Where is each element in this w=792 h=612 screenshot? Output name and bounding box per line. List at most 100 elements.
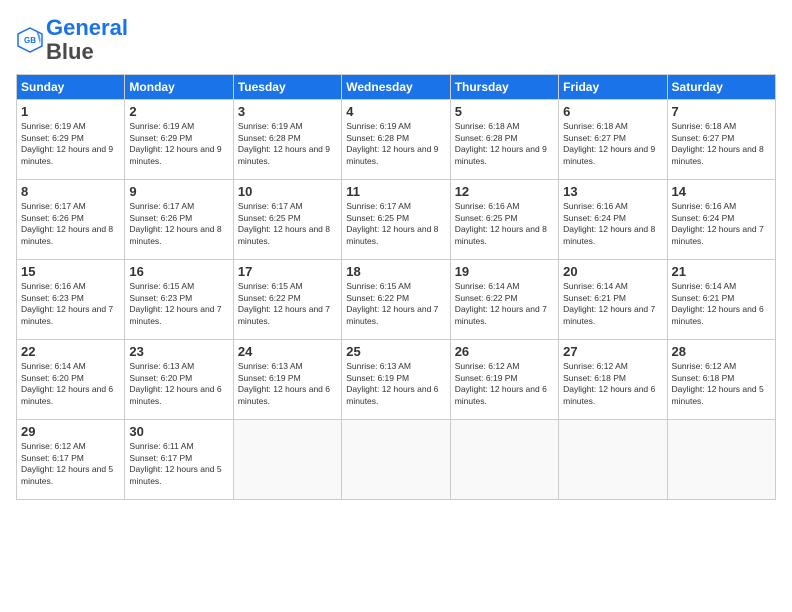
- weekday-header-saturday: Saturday: [667, 75, 775, 100]
- week-row-3: 15 Sunrise: 6:16 AM Sunset: 6:23 PM Dayl…: [17, 260, 776, 340]
- day-info: Sunrise: 6:15 AM Sunset: 6:22 PM Dayligh…: [238, 281, 337, 327]
- day-number: 8: [21, 184, 120, 199]
- day-info: Sunrise: 6:13 AM Sunset: 6:19 PM Dayligh…: [346, 361, 445, 407]
- day-info: Sunrise: 6:19 AM Sunset: 6:28 PM Dayligh…: [238, 121, 337, 167]
- day-info: Sunrise: 6:12 AM Sunset: 6:18 PM Dayligh…: [672, 361, 771, 407]
- day-cell: [233, 420, 341, 500]
- day-info: Sunrise: 6:18 AM Sunset: 6:28 PM Dayligh…: [455, 121, 554, 167]
- week-row-2: 8 Sunrise: 6:17 AM Sunset: 6:26 PM Dayli…: [17, 180, 776, 260]
- day-number: 3: [238, 104, 337, 119]
- week-row-5: 29 Sunrise: 6:12 AM Sunset: 6:17 PM Dayl…: [17, 420, 776, 500]
- day-info: Sunrise: 6:14 AM Sunset: 6:21 PM Dayligh…: [563, 281, 662, 327]
- day-cell: 12 Sunrise: 6:16 AM Sunset: 6:25 PM Dayl…: [450, 180, 558, 260]
- day-number: 14: [672, 184, 771, 199]
- weekday-header-thursday: Thursday: [450, 75, 558, 100]
- day-number: 21: [672, 264, 771, 279]
- day-cell: 3 Sunrise: 6:19 AM Sunset: 6:28 PM Dayli…: [233, 100, 341, 180]
- weekday-header-wednesday: Wednesday: [342, 75, 450, 100]
- day-info: Sunrise: 6:17 AM Sunset: 6:26 PM Dayligh…: [129, 201, 228, 247]
- day-cell: 26 Sunrise: 6:12 AM Sunset: 6:19 PM Dayl…: [450, 340, 558, 420]
- day-info: Sunrise: 6:14 AM Sunset: 6:21 PM Dayligh…: [672, 281, 771, 327]
- day-number: 16: [129, 264, 228, 279]
- day-cell: 17 Sunrise: 6:15 AM Sunset: 6:22 PM Dayl…: [233, 260, 341, 340]
- day-info: Sunrise: 6:19 AM Sunset: 6:29 PM Dayligh…: [21, 121, 120, 167]
- day-cell: 25 Sunrise: 6:13 AM Sunset: 6:19 PM Dayl…: [342, 340, 450, 420]
- day-cell: 9 Sunrise: 6:17 AM Sunset: 6:26 PM Dayli…: [125, 180, 233, 260]
- day-number: 12: [455, 184, 554, 199]
- week-row-1: 1 Sunrise: 6:19 AM Sunset: 6:29 PM Dayli…: [17, 100, 776, 180]
- day-number: 15: [21, 264, 120, 279]
- day-cell: 15 Sunrise: 6:16 AM Sunset: 6:23 PM Dayl…: [17, 260, 125, 340]
- day-cell: 14 Sunrise: 6:16 AM Sunset: 6:24 PM Dayl…: [667, 180, 775, 260]
- day-number: 26: [455, 344, 554, 359]
- day-info: Sunrise: 6:16 AM Sunset: 6:23 PM Dayligh…: [21, 281, 120, 327]
- day-info: Sunrise: 6:13 AM Sunset: 6:19 PM Dayligh…: [238, 361, 337, 407]
- day-info: Sunrise: 6:18 AM Sunset: 6:27 PM Dayligh…: [672, 121, 771, 167]
- day-cell: 5 Sunrise: 6:18 AM Sunset: 6:28 PM Dayli…: [450, 100, 558, 180]
- logo: GB GeneralBlue: [16, 16, 128, 64]
- day-cell: [342, 420, 450, 500]
- day-cell: [667, 420, 775, 500]
- day-cell: 29 Sunrise: 6:12 AM Sunset: 6:17 PM Dayl…: [17, 420, 125, 500]
- day-cell: 13 Sunrise: 6:16 AM Sunset: 6:24 PM Dayl…: [559, 180, 667, 260]
- day-cell: 30 Sunrise: 6:11 AM Sunset: 6:17 PM Dayl…: [125, 420, 233, 500]
- day-cell: 21 Sunrise: 6:14 AM Sunset: 6:21 PM Dayl…: [667, 260, 775, 340]
- day-cell: [450, 420, 558, 500]
- day-number: 1: [21, 104, 120, 119]
- day-number: 19: [455, 264, 554, 279]
- day-cell: 10 Sunrise: 6:17 AM Sunset: 6:25 PM Dayl…: [233, 180, 341, 260]
- day-cell: 7 Sunrise: 6:18 AM Sunset: 6:27 PM Dayli…: [667, 100, 775, 180]
- day-number: 20: [563, 264, 662, 279]
- day-info: Sunrise: 6:17 AM Sunset: 6:25 PM Dayligh…: [238, 201, 337, 247]
- week-row-4: 22 Sunrise: 6:14 AM Sunset: 6:20 PM Dayl…: [17, 340, 776, 420]
- day-cell: 24 Sunrise: 6:13 AM Sunset: 6:19 PM Dayl…: [233, 340, 341, 420]
- calendar: SundayMondayTuesdayWednesdayThursdayFrid…: [16, 74, 776, 500]
- day-info: Sunrise: 6:16 AM Sunset: 6:24 PM Dayligh…: [563, 201, 662, 247]
- day-cell: 8 Sunrise: 6:17 AM Sunset: 6:26 PM Dayli…: [17, 180, 125, 260]
- day-number: 22: [21, 344, 120, 359]
- day-cell: 1 Sunrise: 6:19 AM Sunset: 6:29 PM Dayli…: [17, 100, 125, 180]
- weekday-header-friday: Friday: [559, 75, 667, 100]
- day-cell: 4 Sunrise: 6:19 AM Sunset: 6:28 PM Dayli…: [342, 100, 450, 180]
- day-cell: 16 Sunrise: 6:15 AM Sunset: 6:23 PM Dayl…: [125, 260, 233, 340]
- header: GB GeneralBlue: [16, 16, 776, 64]
- day-number: 30: [129, 424, 228, 439]
- weekday-header-row: SundayMondayTuesdayWednesdayThursdayFrid…: [17, 75, 776, 100]
- day-cell: 2 Sunrise: 6:19 AM Sunset: 6:29 PM Dayli…: [125, 100, 233, 180]
- day-number: 28: [672, 344, 771, 359]
- day-number: 6: [563, 104, 662, 119]
- day-info: Sunrise: 6:16 AM Sunset: 6:25 PM Dayligh…: [455, 201, 554, 247]
- weekday-header-sunday: Sunday: [17, 75, 125, 100]
- day-info: Sunrise: 6:19 AM Sunset: 6:29 PM Dayligh…: [129, 121, 228, 167]
- day-info: Sunrise: 6:15 AM Sunset: 6:23 PM Dayligh…: [129, 281, 228, 327]
- logo-text: GeneralBlue: [46, 16, 128, 64]
- day-info: Sunrise: 6:14 AM Sunset: 6:22 PM Dayligh…: [455, 281, 554, 327]
- day-cell: 23 Sunrise: 6:13 AM Sunset: 6:20 PM Dayl…: [125, 340, 233, 420]
- day-cell: 11 Sunrise: 6:17 AM Sunset: 6:25 PM Dayl…: [342, 180, 450, 260]
- day-cell: 22 Sunrise: 6:14 AM Sunset: 6:20 PM Dayl…: [17, 340, 125, 420]
- day-cell: 27 Sunrise: 6:12 AM Sunset: 6:18 PM Dayl…: [559, 340, 667, 420]
- day-number: 25: [346, 344, 445, 359]
- day-info: Sunrise: 6:18 AM Sunset: 6:27 PM Dayligh…: [563, 121, 662, 167]
- day-number: 2: [129, 104, 228, 119]
- day-number: 9: [129, 184, 228, 199]
- day-info: Sunrise: 6:12 AM Sunset: 6:19 PM Dayligh…: [455, 361, 554, 407]
- day-number: 27: [563, 344, 662, 359]
- day-number: 7: [672, 104, 771, 119]
- weekday-header-monday: Monday: [125, 75, 233, 100]
- day-number: 13: [563, 184, 662, 199]
- day-number: 23: [129, 344, 228, 359]
- logo-icon: GB: [16, 26, 44, 54]
- day-info: Sunrise: 6:12 AM Sunset: 6:17 PM Dayligh…: [21, 441, 120, 487]
- day-info: Sunrise: 6:19 AM Sunset: 6:28 PM Dayligh…: [346, 121, 445, 167]
- day-number: 5: [455, 104, 554, 119]
- day-info: Sunrise: 6:12 AM Sunset: 6:18 PM Dayligh…: [563, 361, 662, 407]
- day-info: Sunrise: 6:13 AM Sunset: 6:20 PM Dayligh…: [129, 361, 228, 407]
- day-number: 18: [346, 264, 445, 279]
- day-info: Sunrise: 6:14 AM Sunset: 6:20 PM Dayligh…: [21, 361, 120, 407]
- day-info: Sunrise: 6:17 AM Sunset: 6:25 PM Dayligh…: [346, 201, 445, 247]
- day-number: 29: [21, 424, 120, 439]
- page: GB GeneralBlue SundayMondayTuesdayWednes…: [0, 0, 792, 612]
- day-info: Sunrise: 6:11 AM Sunset: 6:17 PM Dayligh…: [129, 441, 228, 487]
- day-cell: 19 Sunrise: 6:14 AM Sunset: 6:22 PM Dayl…: [450, 260, 558, 340]
